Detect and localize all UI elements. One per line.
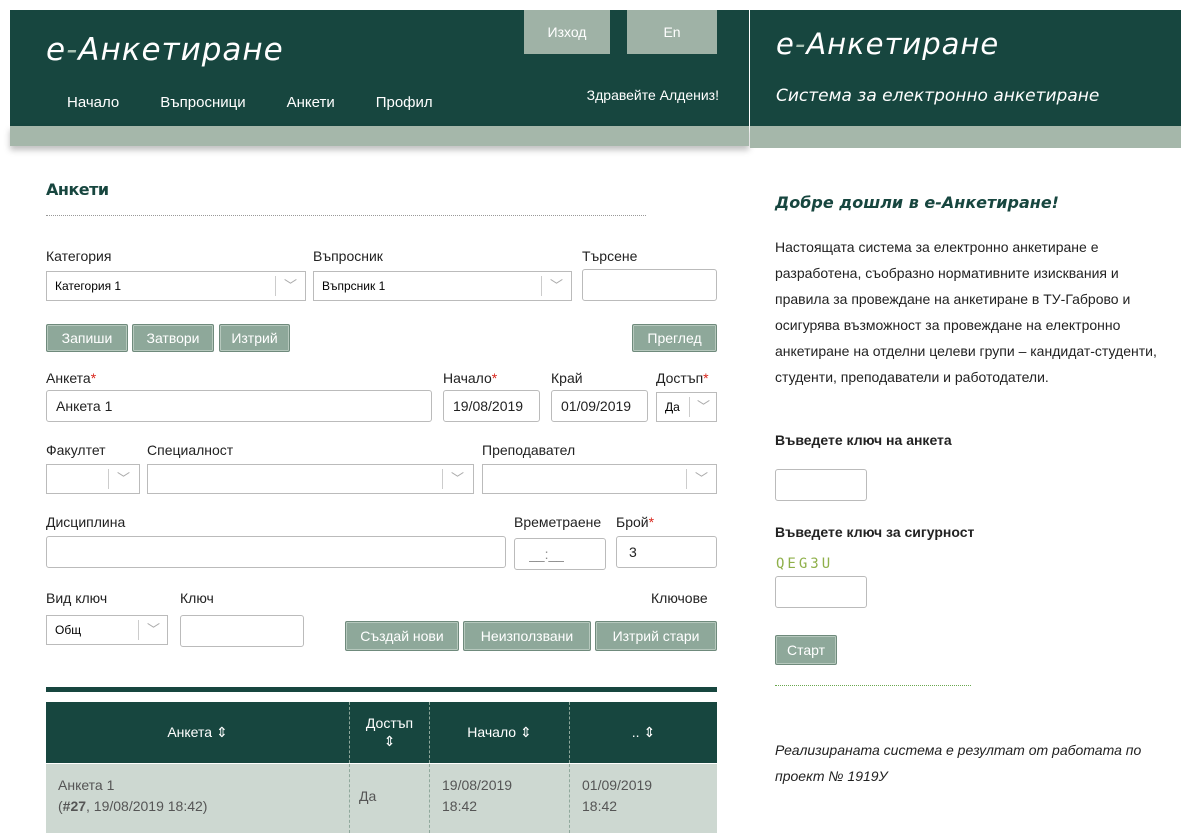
cell-end: 01/09/2019 18:42 bbox=[569, 764, 717, 833]
column-header-survey[interactable]: Анкета ⇕ bbox=[46, 702, 349, 763]
start-date-input[interactable]: 19/08/2019 bbox=[443, 390, 540, 422]
category-select[interactable]: Категория 1 ﹀ bbox=[46, 271, 306, 301]
column-header-start[interactable]: Начало ⇕ bbox=[429, 702, 569, 763]
cell-access: Да bbox=[349, 764, 429, 833]
chevron-down-icon: ﹀ bbox=[284, 278, 298, 293]
count-label: Брой* bbox=[616, 514, 655, 530]
cell-survey: Анкета 1 (#27, 19/08/2019 18:42) bbox=[58, 777, 208, 814]
intro-text: Настоящата система за електронно анкетир… bbox=[775, 239, 1157, 385]
access-label: Достъп* bbox=[656, 370, 709, 386]
footer-note: Реализираната система е резултат от рабо… bbox=[775, 742, 1142, 784]
end-date-input[interactable]: 01/09/2019 bbox=[551, 390, 648, 422]
sort-icon: ⇕ bbox=[519, 724, 532, 740]
side-header-strip bbox=[750, 126, 1181, 148]
chevron-down-icon: ﹀ bbox=[451, 471, 465, 486]
chevron-down-icon: ﹀ bbox=[695, 471, 709, 486]
chevron-down-icon: ﹀ bbox=[147, 622, 161, 637]
chevron-down-icon: ﹀ bbox=[117, 471, 131, 486]
side-logo: e-Анкетиране bbox=[776, 27, 1000, 61]
faculty-label: Факултет bbox=[46, 442, 106, 458]
chevron-down-icon: ﹀ bbox=[697, 399, 711, 414]
search-input[interactable] bbox=[582, 269, 717, 301]
discipline-label: Дисциплина bbox=[46, 514, 126, 530]
side-header: e-Анкетиране Система за електронно анкет… bbox=[750, 10, 1181, 126]
delete-button[interactable]: Изтрий bbox=[219, 324, 290, 352]
cell-start: 19/08/2019 18:42 bbox=[429, 764, 569, 833]
specialty-select[interactable]: ﹀ bbox=[147, 464, 474, 494]
table-top-bar bbox=[46, 687, 717, 692]
preview-button[interactable]: Преглед bbox=[632, 324, 717, 352]
sort-icon: ⇕ bbox=[643, 724, 656, 740]
main-nav: Начало Въпросници Анкети Профил bbox=[67, 94, 474, 111]
column-header-end[interactable]: .. ⇕ bbox=[569, 702, 717, 763]
app-logo[interactable]: e-Анкетиране bbox=[46, 32, 284, 68]
questionnaire-label: Въпросник bbox=[313, 248, 383, 264]
duration-label: Времетраене bbox=[514, 514, 602, 530]
survey-label: Анкета* bbox=[46, 370, 97, 386]
title-divider bbox=[46, 215, 646, 216]
language-button[interactable]: En bbox=[627, 10, 717, 54]
save-button[interactable]: Запиши bbox=[46, 324, 128, 352]
enter-key-label: Въведете ключ на анкета bbox=[775, 432, 952, 448]
app-header: e-Анкетиране Изход En Здравейте Алдениз!… bbox=[10, 10, 749, 126]
key-type-select[interactable]: Общ ﹀ bbox=[46, 615, 168, 645]
nav-home[interactable]: Начало bbox=[67, 94, 119, 111]
discipline-input[interactable] bbox=[46, 536, 506, 568]
questionnaire-select[interactable]: Въпрсник 1 ﹀ bbox=[313, 271, 572, 301]
key-label: Ключ bbox=[180, 590, 214, 606]
table-header: Анкета ⇕ Достъп ⇕ Начало ⇕ .. ⇕ bbox=[46, 702, 717, 763]
welcome-title: Добре дошли в е-Анкетиране! bbox=[775, 193, 1059, 212]
chevron-down-icon: ﹀ bbox=[550, 278, 564, 293]
keys-label: Ключове bbox=[651, 590, 708, 606]
start-button[interactable]: Старт bbox=[775, 635, 837, 665]
access-select[interactable]: Да ﹀ bbox=[656, 392, 717, 422]
table-row[interactable]: Анкета 1 (#27, 19/08/2019 18:42) Да 19/08… bbox=[46, 764, 717, 833]
start-label: Начало* bbox=[443, 370, 498, 386]
column-header-access[interactable]: Достъп ⇕ bbox=[349, 702, 429, 763]
survey-name-input[interactable]: Анкета 1 bbox=[46, 390, 432, 422]
create-keys-button[interactable]: Създай нови bbox=[345, 621, 459, 651]
search-label: Търсене bbox=[582, 248, 638, 264]
nav-profile[interactable]: Профил bbox=[376, 94, 433, 111]
nav-questionnaires[interactable]: Въпросници bbox=[160, 94, 245, 111]
sidebar-divider bbox=[775, 685, 971, 686]
teacher-select[interactable]: ﹀ bbox=[482, 464, 717, 494]
security-key-label: Въведете ключ за сигурност bbox=[775, 524, 975, 540]
key-type-label: Вид ключ bbox=[46, 590, 108, 606]
specialty-label: Специалност bbox=[147, 442, 234, 458]
faculty-select[interactable]: ﹀ bbox=[46, 464, 140, 494]
duration-input[interactable]: __:__ bbox=[514, 538, 606, 570]
teacher-label: Преподавател bbox=[482, 442, 576, 458]
category-label: Категория bbox=[46, 248, 112, 264]
header-strip bbox=[10, 126, 749, 146]
count-input[interactable]: 3 bbox=[616, 536, 717, 568]
greeting: Здравейте Алдениз! bbox=[586, 87, 719, 103]
page-title: Анкети bbox=[46, 180, 109, 199]
logout-button[interactable]: Изход bbox=[524, 10, 610, 54]
unused-keys-button[interactable]: Неизползвани bbox=[463, 621, 591, 651]
close-button[interactable]: Затвори bbox=[132, 324, 214, 352]
delete-old-keys-button[interactable]: Изтрий стари bbox=[595, 621, 717, 651]
sort-icon: ⇕ bbox=[215, 724, 228, 740]
captcha-image: QEG3U bbox=[776, 556, 834, 572]
security-key-input[interactable] bbox=[775, 576, 867, 608]
side-subtitle: Система за електронно анкетиране bbox=[776, 86, 1100, 106]
key-input[interactable] bbox=[180, 615, 304, 647]
end-label: Край bbox=[551, 370, 583, 386]
nav-surveys[interactable]: Анкети bbox=[287, 94, 335, 111]
survey-key-input[interactable] bbox=[775, 469, 867, 501]
sort-icon: ⇕ bbox=[383, 733, 396, 749]
